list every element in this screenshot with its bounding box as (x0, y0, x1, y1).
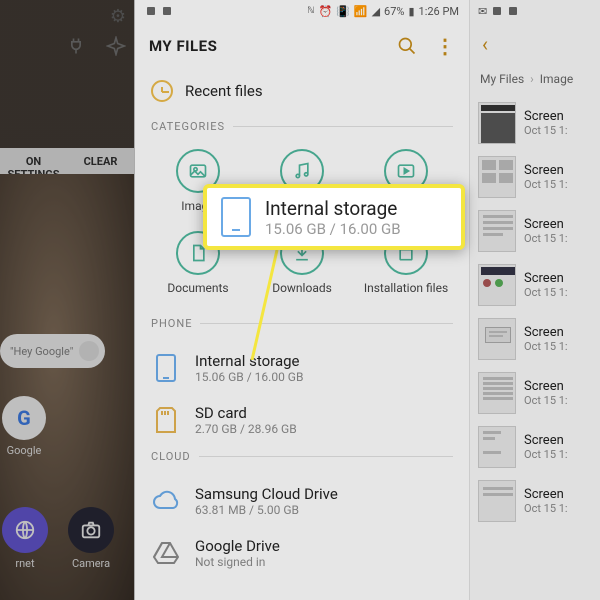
plug-icon (66, 36, 86, 56)
images-panel: ✉ ‹ My Files › Image ScreenOct 15 1:Scre… (470, 0, 600, 600)
alarm-icon: ⏰ (318, 5, 332, 18)
app-google[interactable]: G Google (2, 396, 46, 457)
thumbnail (478, 480, 516, 522)
file-name: Screen (524, 379, 568, 394)
storage-internal[interactable]: Internal storage 15.06 GB / 16.00 GB (151, 342, 453, 394)
status-bar: ℕ ⏰ 📳 📶 ◢ 67% ▮ 1:26 PM (135, 0, 469, 22)
search-icon[interactable] (397, 36, 417, 56)
storage-google-drive[interactable]: Google Drive Not signed in (151, 527, 453, 579)
mic-icon[interactable] (79, 341, 99, 361)
screenshot-icon (161, 5, 173, 17)
settings-gear[interactable]: ⚙ (110, 6, 126, 27)
file-row[interactable]: ScreenOct 15 1: (470, 420, 600, 474)
file-date: Oct 15 1: (524, 232, 568, 245)
file-date: Oct 15 1: (524, 448, 568, 461)
gear-icon: ⚙ (110, 6, 126, 27)
section-categories: CATEGORIES (135, 116, 469, 145)
battery-icon: ▮ (408, 5, 414, 18)
dock-internet[interactable]: rnet (2, 507, 48, 570)
home-screen-panel: ⚙ ON SETTINGS CLEAR "Hey Google" G Googl… (0, 0, 135, 600)
file-row[interactable]: ScreenOct 15 1: (470, 204, 600, 258)
file-date: Oct 15 1: (524, 178, 568, 191)
file-name: Screen (524, 487, 568, 502)
sdcard-icon (154, 406, 178, 434)
screenshot-icon (145, 5, 157, 17)
screenshot-icon (507, 5, 519, 17)
section-cloud: CLOUD (135, 446, 469, 475)
cloud-icon (152, 490, 180, 512)
thumbnail (478, 318, 516, 360)
thumbnail (478, 210, 516, 252)
signal-icon: ◢ (372, 5, 380, 18)
file-name: Screen (524, 217, 568, 232)
file-date: Oct 15 1: (524, 394, 568, 407)
file-name: Screen (524, 433, 568, 448)
status-bar-right: ✉ (470, 0, 600, 22)
file-row[interactable]: ScreenOct 15 1: (470, 312, 600, 366)
thumbnail (478, 426, 516, 468)
file-row[interactable]: ScreenOct 15 1: (470, 258, 600, 312)
drive-icon (153, 541, 179, 565)
more-icon[interactable]: ⋮ (435, 34, 455, 58)
google-search-bar[interactable]: "Hey Google" (0, 334, 105, 368)
wifi-icon: 📶 (354, 5, 368, 18)
thumbnail (478, 102, 516, 144)
section-phone: PHONE (135, 313, 469, 342)
file-row[interactable]: ScreenOct 15 1: (470, 150, 600, 204)
file-name: Screen (524, 163, 568, 178)
breadcrumb[interactable]: My Files › Image (470, 66, 600, 96)
mail-icon: ✉ (478, 5, 487, 18)
clock-icon (151, 80, 173, 102)
file-name: Screen (524, 271, 568, 286)
screenshot-icon (491, 5, 503, 17)
thumbnail (478, 156, 516, 198)
clock-text: 1:26 PM (419, 5, 459, 18)
file-row[interactable]: ScreenOct 15 1: (470, 366, 600, 420)
nfc-icon: ℕ (307, 6, 314, 16)
search-placeholder: "Hey Google" (10, 345, 73, 358)
video-icon (396, 161, 416, 181)
file-date: Oct 15 1: (524, 286, 568, 299)
callout-internal-storage: Internal storage 15.06 GB / 16.00 GB (203, 184, 465, 250)
vibrate-icon: 📳 (336, 5, 350, 18)
storage-sdcard[interactable]: SD card 2.70 GB / 28.96 GB (151, 394, 453, 446)
my-files-panel: ℕ ⏰ 📳 📶 ◢ 67% ▮ 1:26 PM MY FILES ⋮ Recen… (135, 0, 470, 600)
file-date: Oct 15 1: (524, 340, 568, 353)
file-name: Screen (524, 109, 568, 124)
phone-icon (154, 353, 178, 383)
file-name: Screen (524, 325, 568, 340)
airplane-icon (106, 36, 126, 56)
file-date: Oct 15 1: (524, 124, 568, 137)
file-row[interactable]: ScreenOct 15 1: (470, 474, 600, 528)
music-icon (292, 161, 312, 181)
chevron-right-icon: › (530, 72, 534, 86)
storage-samsung-cloud[interactable]: Samsung Cloud Drive 63.81 MB / 5.00 GB (151, 475, 453, 527)
thumbnail (478, 372, 516, 414)
page-title: MY FILES (149, 37, 217, 55)
phone-icon (221, 197, 251, 237)
file-row[interactable]: ScreenOct 15 1: (470, 96, 600, 150)
dock-camera[interactable]: Camera (68, 507, 114, 570)
image-icon (188, 161, 208, 181)
back-icon[interactable]: ‹ (482, 32, 488, 56)
thumbnail (478, 264, 516, 306)
battery-text: 67% (384, 5, 404, 18)
file-date: Oct 15 1: (524, 502, 568, 515)
recent-files-row[interactable]: Recent files (135, 70, 469, 116)
